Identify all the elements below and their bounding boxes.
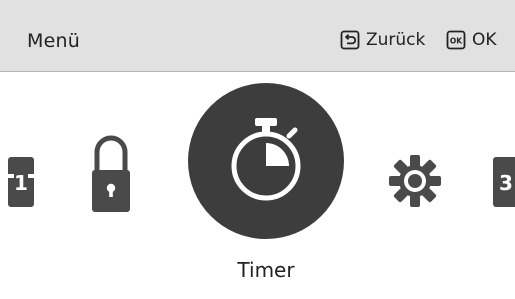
ok-key-icon: OK [446, 30, 466, 50]
page-title: Menü [27, 30, 80, 52]
lock-icon [92, 135, 130, 212]
previous-item-text: 1 [14, 171, 28, 195]
menu-screen: Menü Zurück OK OK 1 3 Timer [0, 0, 515, 299]
ok-button-label: OK [472, 30, 497, 50]
carousel-item-next[interactable]: 3 [493, 157, 515, 207]
ok-key-icon-text: OK [450, 36, 463, 45]
digit-icon: 3 [493, 157, 515, 207]
carousel-item-settings[interactable] [388, 154, 442, 208]
carousel-item-timer[interactable] [188, 83, 344, 239]
carousel-item-lock[interactable] [86, 124, 136, 214]
ok-button[interactable]: OK OK [446, 29, 497, 51]
gear-icon [389, 155, 441, 207]
selected-item-label: Timer [237, 258, 295, 282]
carousel-item-previous[interactable]: 1 [8, 157, 34, 207]
back-button-label: Zurück [366, 30, 426, 50]
next-item-text: 3 [499, 171, 513, 195]
back-button[interactable]: Zurück [340, 29, 425, 51]
stopwatch-icon [188, 83, 344, 239]
back-arrow-icon [340, 30, 360, 50]
header-bar: Menü Zurück OK OK [0, 0, 515, 72]
digit-icon: 1 [8, 157, 34, 207]
